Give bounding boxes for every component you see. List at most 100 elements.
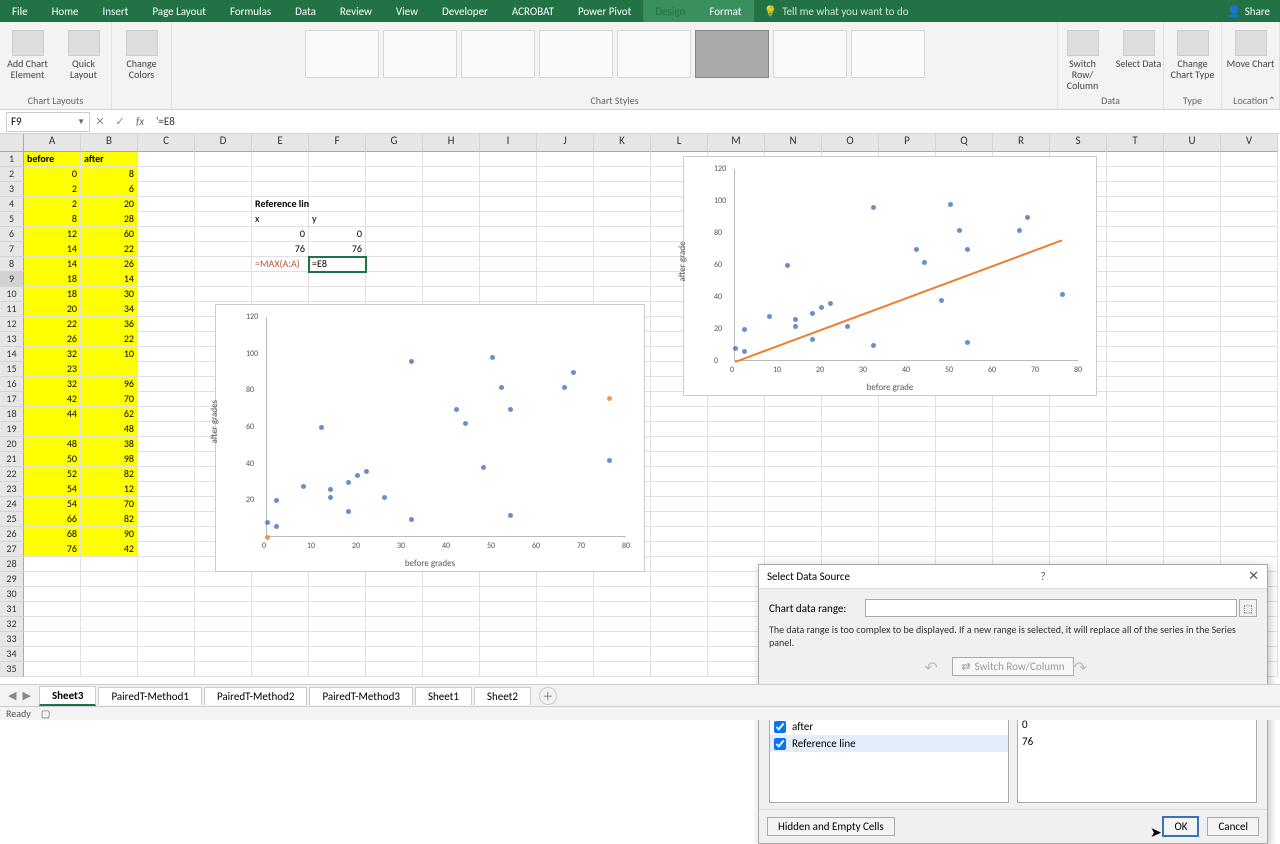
cell-C29[interactable] [138,572,195,587]
cell-T16[interactable] [1107,377,1164,392]
series-after-checkbox[interactable] [774,721,786,733]
series-refline-checkbox[interactable] [774,738,786,750]
row-header-35[interactable]: 35 [0,662,24,677]
cell-B30[interactable] [81,587,138,602]
cell-L19[interactable] [651,422,708,437]
cell-J8[interactable] [537,257,594,272]
cell-N21[interactable] [765,452,822,467]
col-header-U[interactable]: U [1164,134,1221,152]
cell-V14[interactable] [1221,347,1278,362]
row-header-9[interactable]: 9 [0,272,24,287]
cell-F32[interactable] [309,617,366,632]
cell-I1[interactable] [480,152,537,167]
cell-C5[interactable] [138,212,195,227]
hidden-empty-cells-button[interactable]: Hidden and Empty Cells [767,817,895,836]
cell-K7[interactable] [594,242,651,257]
series-item-reference-line[interactable]: Reference line [770,735,1008,752]
cell-D33[interactable] [195,632,252,647]
cell-E9[interactable] [252,272,309,287]
chart-data-range-input[interactable] [865,599,1237,617]
cell-G5[interactable] [366,212,423,227]
cell-G2[interactable] [366,167,423,182]
cell-V21[interactable] [1221,452,1278,467]
cell-G4[interactable] [366,197,423,212]
select-data-button[interactable]: Select Data [1114,26,1164,69]
cell-U18[interactable] [1164,407,1221,422]
cell-M33[interactable] [708,632,765,647]
cell-A7[interactable]: 14 [24,242,81,257]
col-header-R[interactable]: R [993,134,1050,152]
cell-S27[interactable] [1050,542,1107,557]
cell-C32[interactable] [138,617,195,632]
cell-F4[interactable] [309,197,366,212]
cell-K3[interactable] [594,182,651,197]
cell-C23[interactable] [138,482,195,497]
cell-E1[interactable] [252,152,309,167]
cell-L32[interactable] [651,617,708,632]
cell-A32[interactable] [24,617,81,632]
series-item-after[interactable]: after [770,718,1008,735]
cell-J7[interactable] [537,242,594,257]
cell-O22[interactable] [822,467,879,482]
tab-design[interactable]: Design [643,0,697,22]
tab-formulas[interactable]: Formulas [218,0,283,22]
cell-D31[interactable] [195,602,252,617]
cell-V17[interactable] [1221,392,1278,407]
cell-U9[interactable] [1164,272,1221,287]
cell-A6[interactable]: 12 [24,227,81,242]
cell-V19[interactable] [1221,422,1278,437]
cell-E31[interactable] [252,602,309,617]
cell-A35[interactable] [24,662,81,677]
col-header-H[interactable]: H [423,134,480,152]
cell-T9[interactable] [1107,272,1164,287]
cell-H10[interactable] [423,287,480,302]
row-header-34[interactable]: 34 [0,647,24,662]
cell-A25[interactable]: 66 [24,512,81,527]
cell-A33[interactable] [24,632,81,647]
col-header-D[interactable]: D [195,134,252,152]
tab-file[interactable]: File [0,0,40,22]
cell-T14[interactable] [1107,347,1164,362]
share-button[interactable]: 👤Share [1227,5,1270,18]
cell-E6[interactable]: 0 [252,227,309,242]
cell-U4[interactable] [1164,197,1221,212]
cell-C18[interactable] [138,407,195,422]
cell-N24[interactable] [765,497,822,512]
cell-B8[interactable]: 26 [81,257,138,272]
cell-V4[interactable] [1221,197,1278,212]
cell-J2[interactable] [537,167,594,182]
cancel-button[interactable]: Cancel [1207,817,1259,836]
cell-G32[interactable] [366,617,423,632]
cell-Q23[interactable] [936,482,993,497]
cell-O26[interactable] [822,527,879,542]
cell-A19[interactable] [24,422,81,437]
cell-T4[interactable] [1107,197,1164,212]
cell-G31[interactable] [366,602,423,617]
cell-C25[interactable] [138,512,195,527]
cell-C21[interactable] [138,452,195,467]
cell-F6[interactable]: 0 [309,227,366,242]
cell-V22[interactable] [1221,467,1278,482]
cell-K5[interactable] [594,212,651,227]
cell-F29[interactable] [309,572,366,587]
cell-B13[interactable]: 22 [81,332,138,347]
cell-C4[interactable] [138,197,195,212]
cell-H29[interactable] [423,572,480,587]
cell-C20[interactable] [138,437,195,452]
tab-power-pivot[interactable]: Power Pivot [566,0,643,22]
cell-B32[interactable] [81,617,138,632]
cell-B21[interactable]: 98 [81,452,138,467]
cell-N23[interactable] [765,482,822,497]
cell-L26[interactable] [651,527,708,542]
cell-E3[interactable] [252,182,309,197]
col-header-J[interactable]: J [537,134,594,152]
cell-T8[interactable] [1107,257,1164,272]
cell-S21[interactable] [1050,452,1107,467]
cell-C11[interactable] [138,302,195,317]
cell-S20[interactable] [1050,437,1107,452]
cell-U22[interactable] [1164,467,1221,482]
cell-A3[interactable]: 2 [24,182,81,197]
cell-V5[interactable] [1221,212,1278,227]
row-header-32[interactable]: 32 [0,617,24,632]
cell-O21[interactable] [822,452,879,467]
